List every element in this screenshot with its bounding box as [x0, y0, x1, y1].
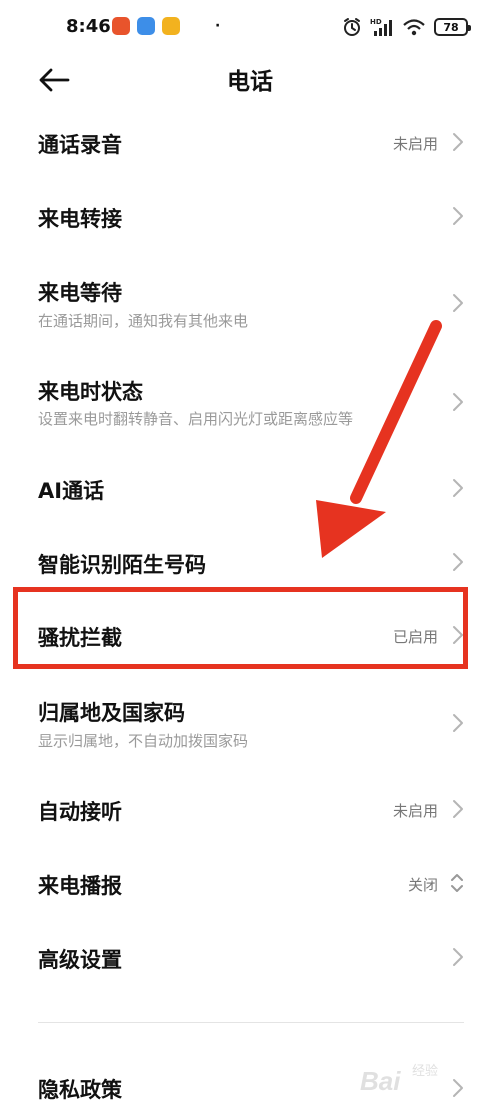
- chevron-right-icon: [453, 133, 463, 151]
- section-divider: [38, 1022, 464, 1023]
- row-title: 归属地及国家码: [38, 701, 185, 725]
- row-subtitle: 设置来电时翻转静音、启用闪光灯或距离感应等: [38, 410, 354, 428]
- chevron-right-icon: [453, 393, 463, 411]
- setting-call-waiting[interactable]: 来电等待 在通话期间，通知我有其他来电: [0, 258, 500, 346]
- setting-harassment-block[interactable]: 骚扰拦截 已启用: [0, 600, 500, 672]
- orange-app-icon: [112, 17, 130, 35]
- chevron-right-icon: [453, 479, 463, 497]
- alarm-icon: [344, 18, 360, 36]
- status-bar: 8:46 · HD 78: [0, 0, 500, 56]
- row-subtitle: 显示归属地，不自动加拨国家码: [38, 732, 249, 750]
- setting-call-forwarding[interactable]: 来电转接: [0, 180, 500, 252]
- battery-icon: 78: [434, 18, 471, 36]
- row-title: AI通话: [38, 479, 105, 503]
- setting-call-recording[interactable]: 通话录音 未启用: [0, 106, 500, 178]
- row-subtitle: 在通话期间，通知我有其他来电: [38, 312, 249, 330]
- row-title: 来电时状态: [38, 380, 143, 404]
- row-value: 已启用: [392, 628, 438, 646]
- watermark: Bai 经验: [360, 1058, 480, 1108]
- setting-ai-call[interactable]: AI通话: [0, 452, 500, 524]
- hd-signal-icon: HD: [370, 18, 392, 36]
- row-title: 来电等待: [38, 281, 122, 305]
- chevron-right-icon: [453, 626, 463, 644]
- svg-text:HD: HD: [370, 18, 382, 26]
- row-title: 自动接听: [38, 800, 122, 824]
- row-title: 骚扰拦截: [38, 626, 122, 650]
- yellow-app-icon: [162, 17, 180, 35]
- notification-dot: ·: [215, 18, 221, 34]
- header: 电话: [0, 56, 500, 106]
- chevron-up-down-icon: [451, 874, 463, 892]
- setting-incoming-call-status[interactable]: 来电时状态 设置来电时翻转静音、启用闪光灯或距离感应等: [0, 356, 500, 446]
- setting-auto-answer[interactable]: 自动接听 未启用: [0, 774, 500, 846]
- setting-caller-announce[interactable]: 来电播报 关闭: [0, 848, 500, 920]
- setting-smart-identify[interactable]: 智能识别陌生号码: [0, 526, 500, 598]
- chevron-right-icon: [453, 553, 463, 571]
- row-title: 来电转接: [38, 207, 122, 231]
- row-title: 隐私政策: [38, 1078, 122, 1102]
- status-indicators: HD 78: [342, 15, 471, 39]
- row-title: 通话录音: [38, 133, 122, 157]
- chevron-right-icon: [453, 207, 463, 225]
- chevron-right-icon: [453, 800, 463, 818]
- chevron-right-icon: [453, 714, 463, 732]
- chevron-right-icon: [453, 294, 463, 312]
- row-value: 未启用: [392, 135, 438, 153]
- setting-advanced[interactable]: 高级设置: [0, 922, 500, 994]
- status-time: 8:46: [66, 16, 111, 37]
- watermark-sub: 经验: [412, 1064, 439, 1079]
- row-value: 关闭: [407, 876, 438, 894]
- setting-location-code[interactable]: 归属地及国家码 显示归属地，不自动加拨国家码: [0, 680, 500, 768]
- blue-app-icon: [137, 17, 155, 35]
- row-title: 高级设置: [38, 948, 122, 972]
- watermark-logo: Bai: [360, 1066, 401, 1096]
- row-value: 未启用: [392, 802, 438, 820]
- row-title: 智能识别陌生号码: [38, 553, 206, 577]
- battery-level: 78: [443, 20, 459, 34]
- row-title: 来电播报: [38, 874, 122, 898]
- chevron-right-icon: [453, 948, 463, 966]
- wifi-icon: [403, 19, 425, 36]
- page-title: 电话: [227, 69, 273, 95]
